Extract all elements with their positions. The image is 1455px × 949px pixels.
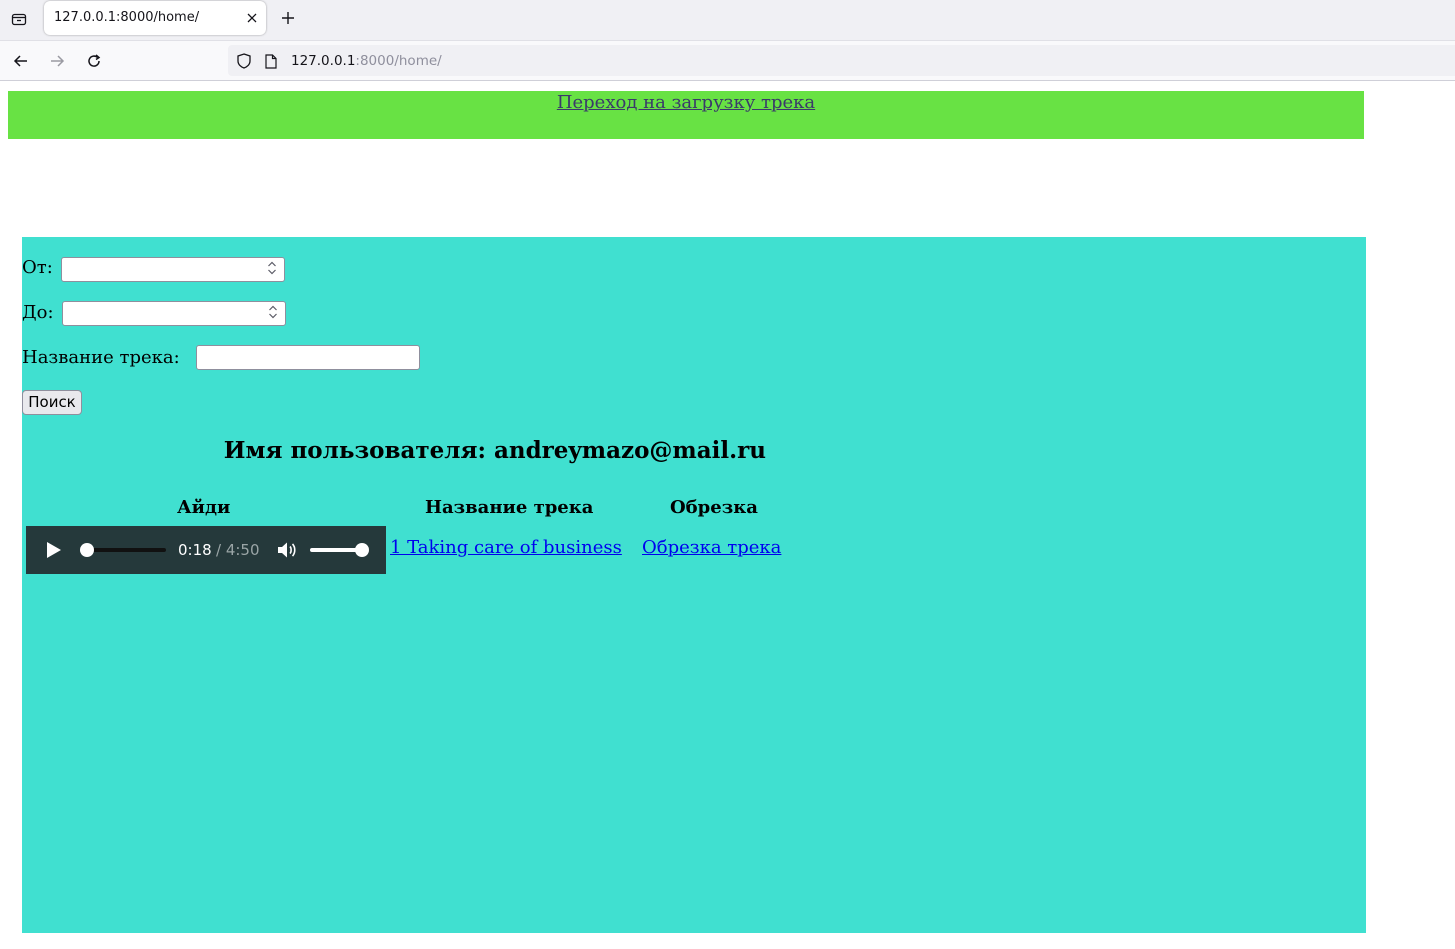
- from-number-input[interactable]: [61, 257, 285, 282]
- trim-track-link[interactable]: Обрезка трека: [642, 537, 781, 558]
- upload-track-link[interactable]: Переход на загрузку трека: [557, 92, 815, 113]
- track-title-input[interactable]: [196, 345, 420, 370]
- spinner-icon[interactable]: [265, 304, 281, 320]
- user-heading: Имя пользователя: andreymazo@mail.ru: [223, 437, 766, 464]
- reload-icon[interactable]: [81, 48, 107, 74]
- duration: / 4:50: [216, 541, 260, 559]
- search-button[interactable]: Поиск: [22, 390, 82, 415]
- seek-handle[interactable]: [80, 543, 95, 557]
- current-time: 0:18: [178, 541, 212, 559]
- browser-tab-bar: 127.0.0.1:8000/home/: [0, 0, 1455, 41]
- tab-title: 127.0.0.1:8000/home/: [54, 10, 200, 25]
- url-text: 127.0.0.1:8000/home/: [291, 53, 442, 69]
- to-label: До:: [22, 302, 54, 323]
- track-title-label: Название трека:: [22, 347, 180, 368]
- browser-nav-bar: 127.0.0.1:8000/home/: [0, 41, 1455, 81]
- url-host: 127.0.0.1: [291, 53, 356, 69]
- track-title-link[interactable]: 1 Taking care of business: [390, 537, 622, 558]
- forward-arrow-icon[interactable]: [44, 48, 70, 74]
- url-path: :8000/home/: [355, 53, 442, 69]
- from-label: От:: [22, 257, 53, 278]
- volume-icon[interactable]: [276, 539, 298, 561]
- play-icon[interactable]: [44, 540, 64, 560]
- address-bar[interactable]: 127.0.0.1:8000/home/: [228, 45, 1455, 76]
- table-header-trim: Обрезка: [670, 497, 758, 518]
- volume-handle[interactable]: [355, 543, 369, 557]
- tab-list-icon[interactable]: [6, 6, 32, 32]
- table-header-track-title: Название трека: [425, 497, 594, 518]
- volume-slider[interactable]: [310, 543, 369, 557]
- seek-slider[interactable]: [80, 543, 166, 557]
- close-icon[interactable]: [240, 6, 264, 30]
- main-panel: От: До: Название трека: Поиск Имя пользо…: [22, 237, 1366, 933]
- audio-player[interactable]: 0:18 / 4:50: [26, 526, 386, 574]
- top-banner: Переход на загрузку трека: [8, 91, 1364, 139]
- new-tab-icon[interactable]: [276, 6, 300, 30]
- to-number-input[interactable]: [62, 301, 286, 326]
- page-icon[interactable]: [262, 52, 280, 70]
- browser-tab[interactable]: 127.0.0.1:8000/home/: [44, 1, 266, 35]
- back-arrow-icon[interactable]: [8, 48, 34, 74]
- table-header-id: Айди: [177, 497, 231, 518]
- shield-icon[interactable]: [235, 52, 253, 70]
- spinner-icon[interactable]: [264, 260, 280, 276]
